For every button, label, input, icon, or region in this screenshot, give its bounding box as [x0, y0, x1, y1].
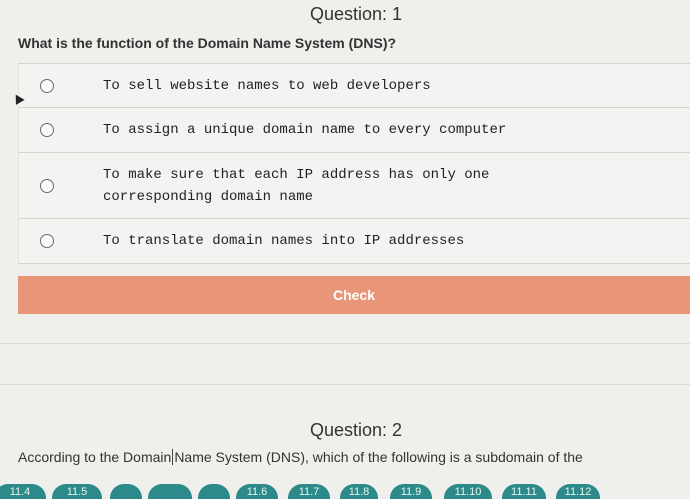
section-nav-item[interactable]: 11.9	[390, 484, 432, 499]
question-2-prompt-end: Name System (DNS), which of the followin…	[174, 449, 583, 465]
radio-button[interactable]	[40, 78, 54, 93]
section-nav-item[interactable]: 11.8	[340, 484, 378, 499]
answer-choice-1[interactable]: To sell website names to web developers	[11, 64, 690, 108]
mouse-cursor-icon	[11, 92, 25, 105]
question-2-header: Question: 2	[310, 420, 403, 440]
section-nav-item[interactable]	[198, 484, 230, 499]
divider	[0, 384, 690, 385]
radio-button[interactable]	[40, 234, 54, 248]
answer-choice-label: To assign a unique domain name to every …	[103, 122, 507, 138]
answer-choice-4[interactable]: To translate domain names into IP addres…	[18, 219, 690, 264]
answer-choice-label: To make sure that each IP address has on…	[103, 164, 489, 208]
answer-choice-label: To sell website names to web developers	[103, 77, 431, 94]
question-2-prompt-start: According to the Domain	[18, 449, 172, 465]
answer-choices: To sell website names to web developers …	[11, 63, 690, 264]
question-1-prompt: What is the function of the Domain Name …	[18, 35, 397, 51]
section-nav-item[interactable]: 11.6	[236, 484, 278, 499]
answer-choice-label-line-1: To make sure that each IP address has on…	[103, 166, 490, 183]
section-nav-item[interactable]: 11.12	[556, 484, 600, 499]
divider	[0, 343, 690, 344]
section-nav-item[interactable]	[110, 484, 142, 499]
check-button[interactable]: Check	[18, 276, 690, 314]
radio-button[interactable]	[40, 178, 54, 193]
answer-choice-3[interactable]: To make sure that each IP address has on…	[18, 153, 690, 219]
section-nav-item[interactable]: 11.7	[288, 484, 330, 499]
answer-choice-label: To translate domain names into IP addres…	[103, 233, 465, 249]
section-nav-item[interactable]: 11.5	[52, 484, 102, 499]
section-nav-item[interactable]	[148, 484, 192, 499]
section-nav: 11.4 11.5 11.6 11.7 11.8 11.9 11.10 11.1…	[0, 484, 690, 499]
question-2-prompt: According to the Domain Name System (DNS)…	[18, 449, 583, 465]
question-1-header: Question: 1	[310, 4, 403, 24]
section-nav-item[interactable]: 11.10	[444, 484, 492, 499]
section-nav-item[interactable]: 11.4	[0, 484, 46, 499]
section-nav-item[interactable]: 11.11	[502, 484, 546, 499]
answer-choice-2[interactable]: To assign a unique domain name to every …	[18, 108, 690, 153]
radio-button[interactable]	[40, 123, 54, 137]
answer-choice-label-line-2: corresponding domain name	[103, 188, 314, 205]
